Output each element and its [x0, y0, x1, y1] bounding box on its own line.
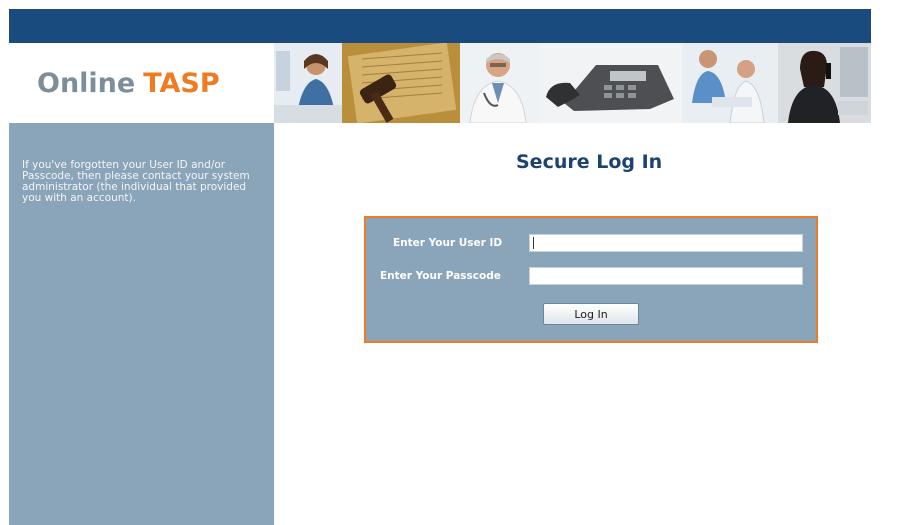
- user-id-label: Enter Your User ID: [393, 237, 503, 249]
- passcode-input[interactable]: [529, 267, 803, 285]
- header: Online TASP: [9, 43, 871, 123]
- page-title: Secure Log In: [516, 151, 663, 173]
- banner-photo-medical-staff: [682, 43, 778, 123]
- photo-banner: [274, 43, 871, 123]
- passcode-label: Enter Your Passcode: [380, 270, 501, 282]
- top-bar: [9, 9, 871, 43]
- text-cursor: [533, 237, 534, 249]
- banner-photo-telephone: [540, 43, 682, 123]
- forgotten-credentials-help-text: If you've forgotten your User ID and/or …: [22, 159, 250, 204]
- logo-word-tasp: TASP: [143, 67, 220, 99]
- logo-word-online: Online: [37, 67, 136, 99]
- user-id-input[interactable]: [529, 234, 803, 252]
- banner-photo-doctor: [460, 43, 540, 123]
- site-logo: Online TASP: [9, 43, 273, 123]
- banner-photo-gavel: [342, 43, 460, 123]
- banner-photo-businesswoman: [778, 43, 871, 123]
- banner-photo-woman-at-desk: [274, 43, 342, 123]
- log-in-button[interactable]: Log In: [543, 303, 639, 325]
